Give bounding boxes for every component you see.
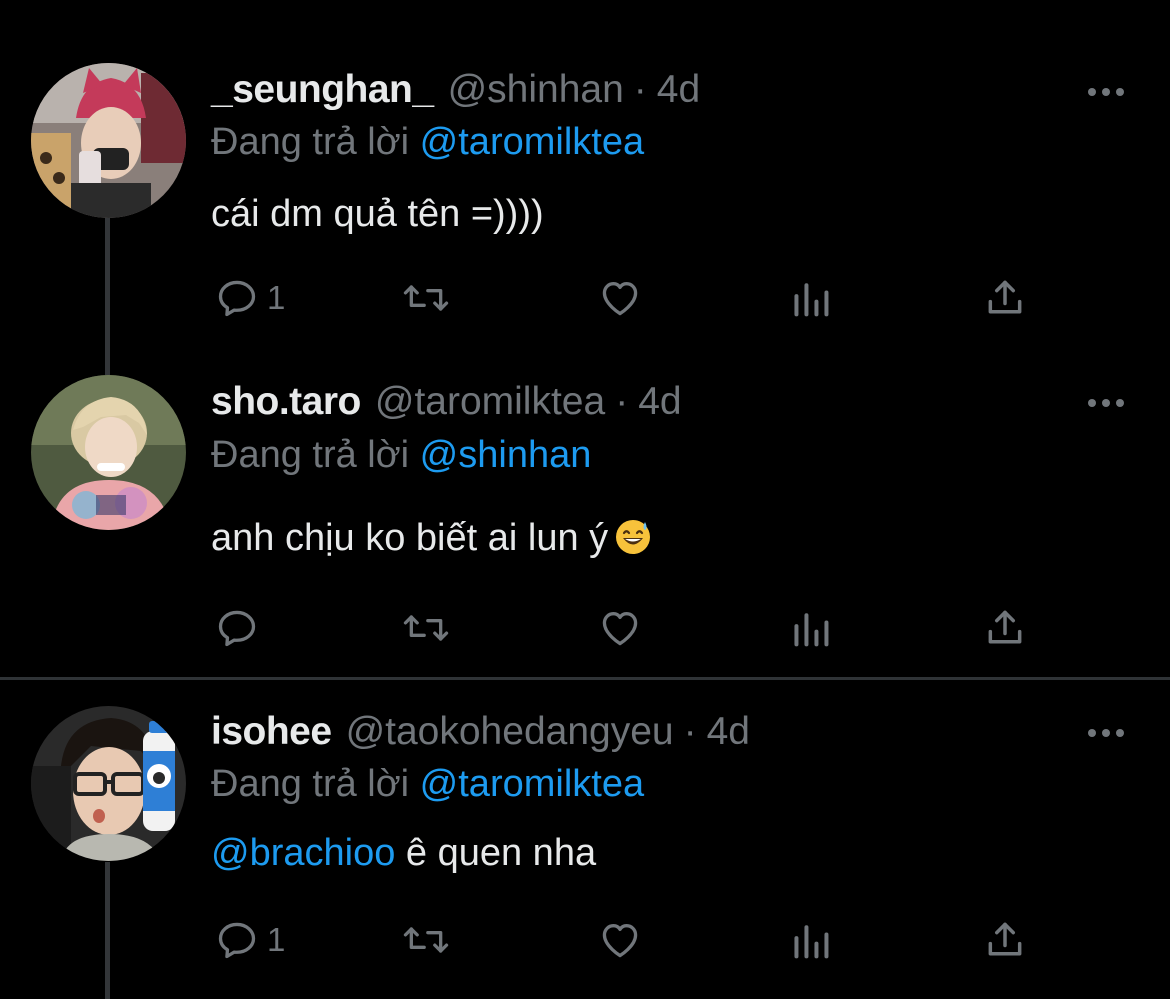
share-icon: [988, 280, 1022, 314]
retweet-icon: [403, 285, 449, 311]
heart-icon: [602, 282, 638, 316]
reply-button[interactable]: [215, 603, 267, 653]
more-icon: [1088, 88, 1124, 96]
separator-dot: ·: [683, 710, 697, 753]
tweet-actions: 1: [211, 915, 1051, 965]
views-icon: [794, 283, 829, 317]
tweet-text: cái dm quả tên =)))): [211, 193, 544, 235]
tweet-actions: 1: [211, 273, 1051, 323]
tweet-text: anh chịu ko biết ai lun ý: [211, 517, 609, 559]
reply-icon: [218, 280, 256, 317]
tweet-text-container: anh chịu ko biết ai lun ý: [211, 517, 652, 566]
retweet-icon: [403, 615, 449, 641]
like-button[interactable]: [597, 603, 643, 653]
reply-count: 1: [267, 921, 286, 958]
avatar[interactable]: [31, 706, 186, 861]
text-mention[interactable]: @brachioo: [211, 832, 395, 874]
reply-count: 1: [267, 279, 286, 316]
display-name[interactable]: isohee: [211, 710, 332, 754]
replying-prefix: Đang trả lời: [211, 434, 410, 476]
tweet-header: sho.taro @taromilktea · 4d: [211, 380, 682, 426]
avatar[interactable]: [31, 63, 186, 218]
more-button[interactable]: [1086, 393, 1126, 413]
replying-prefix: Đang trả lời: [211, 121, 410, 163]
replying-to-mention[interactable]: @taromilktea: [420, 121, 644, 163]
like-button[interactable]: [597, 915, 643, 965]
retweet-button[interactable]: [401, 915, 451, 965]
reply-icon: [218, 922, 256, 959]
replying-to: Đang trả lời @shinhan: [211, 434, 591, 477]
replying-to: Đang trả lời @taromilktea: [211, 121, 644, 164]
more-icon: [1088, 399, 1124, 407]
retweet-button[interactable]: [401, 603, 451, 653]
display-name[interactable]: _seunghan_: [211, 68, 434, 112]
tweet-actions: [211, 603, 1051, 653]
reply-button[interactable]: 1: [215, 273, 285, 323]
handle[interactable]: @shinhan: [448, 68, 624, 112]
thread-line: [105, 215, 110, 375]
share-button[interactable]: [983, 273, 1027, 323]
share-icon: [988, 610, 1022, 644]
timestamp[interactable]: 4d: [707, 710, 750, 754]
more-icon: [1088, 729, 1124, 737]
reply-button[interactable]: 1: [215, 915, 285, 965]
share-icon: [988, 922, 1022, 956]
views-icon: [794, 925, 829, 959]
views-icon: [794, 613, 829, 647]
handle[interactable]: @taokohedangyeu: [346, 710, 674, 754]
replying-to: Đang trả lời @taromilktea: [211, 763, 644, 806]
timestamp[interactable]: 4d: [638, 380, 681, 424]
tweet-text: ê quen nha: [395, 832, 597, 874]
retweet-icon: [403, 927, 449, 953]
heart-icon: [602, 612, 638, 646]
like-button[interactable]: [597, 273, 643, 323]
tweet-header: _seunghan_ @shinhan · 4d: [211, 68, 700, 114]
divider: [0, 677, 1170, 680]
heart-icon: [602, 924, 638, 958]
avatar[interactable]: [31, 375, 186, 530]
separator-dot: ·: [633, 68, 647, 111]
more-button[interactable]: [1086, 723, 1126, 743]
views-button[interactable]: [791, 915, 831, 965]
timestamp[interactable]: 4d: [657, 68, 700, 112]
thread-line: [105, 862, 110, 999]
display-name[interactable]: sho.taro: [211, 380, 361, 424]
reply-icon: [218, 610, 256, 647]
tweet-header: isohee @taokohedangyeu · 4d: [211, 710, 750, 756]
share-button[interactable]: [983, 915, 1027, 965]
retweet-button[interactable]: [401, 273, 451, 323]
grinning-face-with-sweat-emoji: [614, 518, 652, 566]
replying-to-mention[interactable]: @shinhan: [420, 434, 592, 476]
views-button[interactable]: [791, 603, 831, 653]
views-button[interactable]: [791, 273, 831, 323]
tweet-text-container: @brachioo ê quen nha: [211, 832, 596, 875]
replying-prefix: Đang trả lời: [211, 763, 410, 805]
more-button[interactable]: [1086, 82, 1126, 102]
separator-dot: ·: [615, 380, 629, 423]
replying-to-mention[interactable]: @taromilktea: [420, 763, 644, 805]
share-button[interactable]: [983, 603, 1027, 653]
handle[interactable]: @taromilktea: [375, 380, 605, 424]
